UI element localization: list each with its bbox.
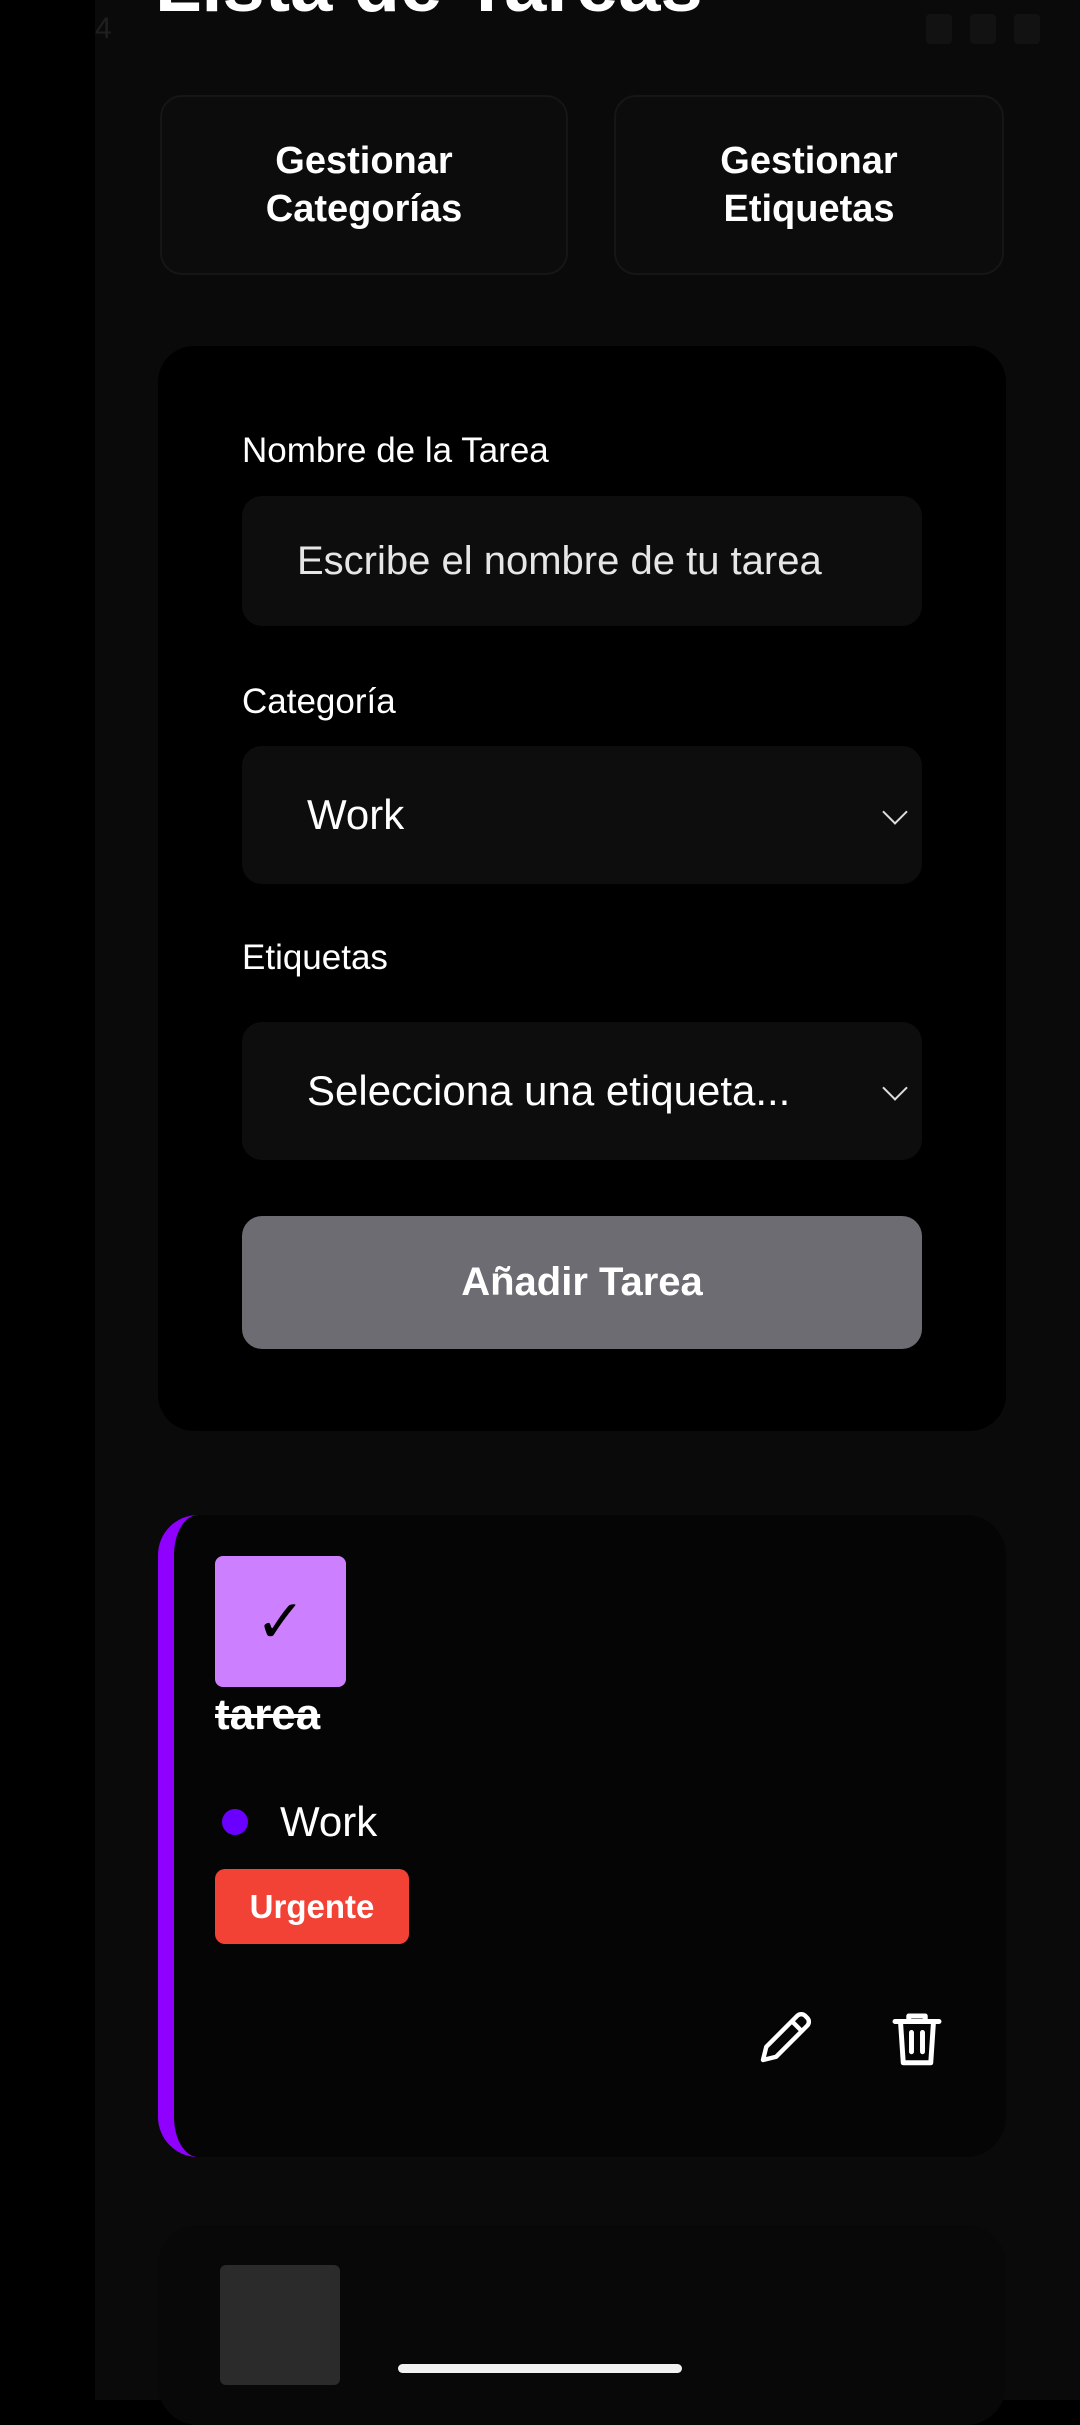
category-dot-icon: [222, 1809, 248, 1835]
task-name-label: Nombre de la Tarea: [242, 431, 549, 470]
task-category-name: Work: [280, 1798, 378, 1845]
task-tag-badge: Urgente: [215, 1869, 409, 1944]
pencil-icon[interactable]: [752, 2005, 818, 2071]
battery-icon: [1014, 14, 1040, 44]
category-select[interactable]: Work: [242, 746, 922, 884]
status-time: 4: [95, 12, 112, 45]
task-checkbox[interactable]: [220, 2265, 340, 2385]
task-name: tarea: [215, 1690, 321, 1739]
manage-categories-label: Gestionar Categorías: [265, 140, 463, 230]
manage-tags-label: Gestionar Etiquetas: [720, 140, 898, 230]
task-name-field[interactable]: [242, 496, 922, 626]
tags-label: Etiquetas: [242, 938, 388, 977]
tags-select[interactable]: Selecciona una etiqueta...: [242, 1022, 922, 1160]
manage-categories-button[interactable]: Gestionar Categorías: [160, 95, 568, 275]
manage-tags-button[interactable]: Gestionar Etiquetas: [614, 95, 1004, 275]
add-task-form: Nombre de la Tarea Categoría Work Etique…: [158, 346, 1006, 1431]
task-card: [158, 2225, 1006, 2425]
add-task-button[interactable]: Añadir Tarea: [242, 1216, 922, 1349]
category-select-value: Work: [307, 791, 405, 838]
wifi-icon: [926, 14, 952, 44]
signal-icon: [970, 14, 996, 44]
tags-select-value: Selecciona una etiqueta...: [307, 1067, 791, 1114]
task-category: Work: [222, 1798, 377, 1846]
page-title: Lista de Tareas: [155, 0, 703, 29]
trash-icon[interactable]: [884, 2005, 950, 2071]
task-checkbox[interactable]: ✓: [215, 1556, 346, 1687]
home-indicator[interactable]: [398, 2364, 682, 2373]
category-label: Categoría: [242, 682, 396, 721]
task-card: ✓ tarea Work Urgente: [158, 1515, 1006, 2157]
task-name-input[interactable]: [242, 537, 922, 585]
